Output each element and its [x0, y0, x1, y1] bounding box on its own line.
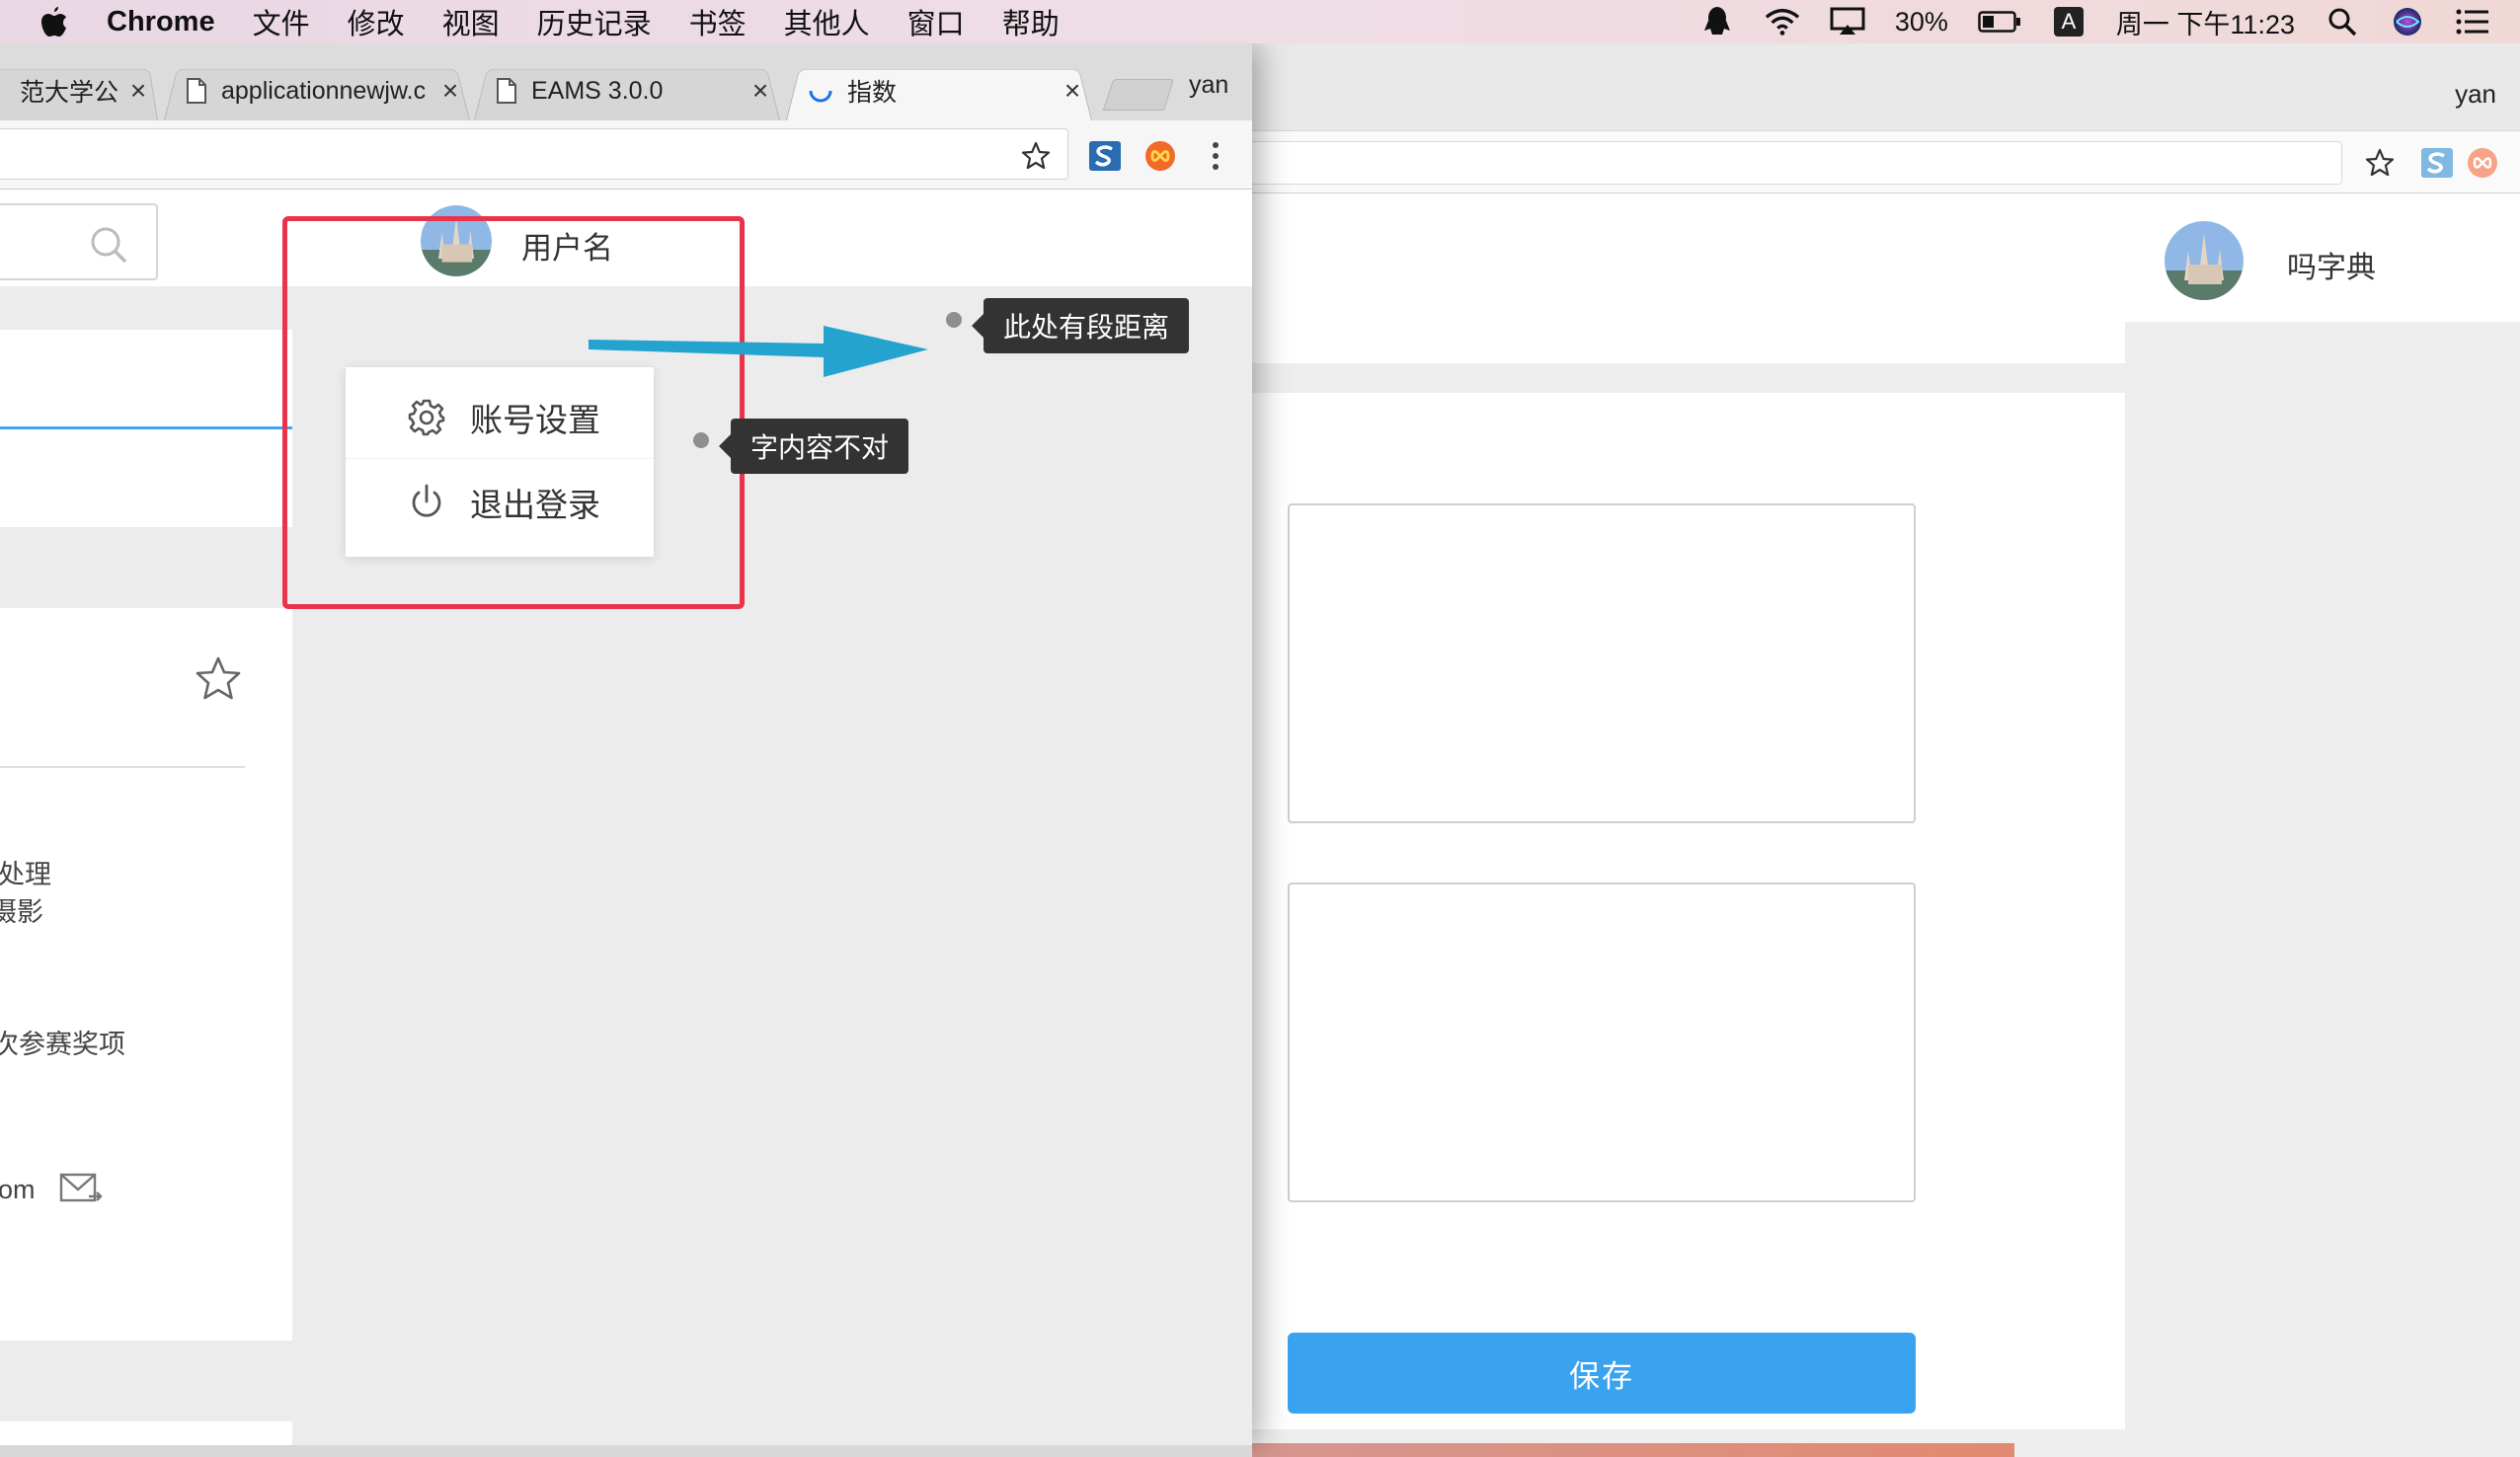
tab-close-icon[interactable]: ×	[1053, 75, 1092, 107]
new-tab-button[interactable]	[1102, 79, 1175, 111]
back-browser-window: yan 吗字典 保存	[1224, 43, 2520, 1457]
back-app-header: 吗字典	[1224, 193, 2520, 322]
document-icon	[187, 78, 206, 104]
left-profile-card: 处理 摄影 次参赛奖项 om	[0, 608, 292, 1341]
back-toolbar	[1224, 130, 2520, 193]
tab-close-icon[interactable]: ×	[741, 75, 780, 107]
extension-infinity-icon[interactable]	[1142, 138, 1179, 174]
back-top-card	[1224, 322, 2125, 363]
spotlight-icon[interactable]	[2324, 4, 2360, 39]
left-nav-card	[0, 330, 292, 527]
menubar-clock[interactable]: 周一 下午11:23	[2116, 3, 2295, 41]
back-extension-infinity-icon[interactable]	[2463, 143, 2502, 183]
menu-view[interactable]: 视图	[442, 1, 500, 42]
annotation-arrow	[589, 326, 928, 377]
bookmark-star-icon[interactable]	[1019, 140, 1053, 172]
mail-icon[interactable]	[59, 1171, 103, 1206]
favorite-star-icon[interactable]	[194, 655, 243, 703]
qq-icon[interactable]	[1699, 4, 1735, 39]
browser-toolbar	[0, 120, 1252, 190]
back-tab-strip: yan	[1224, 43, 2520, 130]
menu-bookmarks[interactable]: 书签	[689, 1, 747, 42]
apple-icon[interactable]	[39, 5, 69, 38]
menu-file[interactable]: 文件	[253, 1, 310, 42]
search-input[interactable]	[0, 203, 158, 280]
highlight-box	[282, 216, 745, 609]
menu-help[interactable]: 帮助	[1002, 1, 1060, 42]
annotation-dot	[693, 432, 709, 448]
tab-close-icon[interactable]: ×	[118, 75, 158, 107]
left-bottom-card	[0, 1421, 292, 1445]
back-username[interactable]: 吗字典	[2287, 243, 2376, 286]
back-textarea-2[interactable]	[1288, 882, 1916, 1202]
save-button[interactable]: 保存	[1288, 1333, 1916, 1414]
battery-icon[interactable]	[1978, 4, 2021, 39]
back-form-card: 保存	[1224, 393, 2125, 1429]
back-profile-button[interactable]: yan	[2455, 79, 2496, 110]
chrome-menu-icon[interactable]	[1207, 138, 1224, 174]
back-extension-s-icon[interactable]	[2417, 143, 2457, 183]
profile-email: om	[0, 1175, 36, 1204]
menu-window[interactable]: 窗口	[907, 1, 965, 42]
tab-active-zhishu[interactable]: 指数 ×	[786, 61, 1092, 120]
document-icon	[497, 78, 516, 104]
mac-menu-bar: Chrome 文件 修改 视图 历史记录 书签 其他人 窗口 帮助 30% A …	[0, 0, 2520, 43]
back-textarea-1[interactable]	[1288, 503, 1916, 823]
extension-s-icon[interactable]	[1086, 138, 1124, 174]
profile-line-1: 处理	[0, 860, 51, 889]
profile-button[interactable]: yan	[1189, 71, 1228, 100]
search-icon[interactable]	[89, 225, 128, 265]
active-tab-underline	[0, 426, 292, 429]
menu-app-name[interactable]: Chrome	[107, 6, 215, 38]
tab-eams[interactable]: EAMS 3.0.0 ×	[474, 61, 780, 120]
tab-close-icon[interactable]: ×	[431, 75, 470, 107]
card-divider	[0, 766, 245, 768]
tab-applicationnewjw[interactable]: applicationnewjw.c ×	[164, 61, 470, 120]
back-avatar[interactable]	[2165, 221, 2244, 300]
back-bookmark-star-icon[interactable]	[2360, 143, 2400, 183]
annotation-dot	[946, 312, 962, 328]
annotation-note-distance: 此处有段距离	[971, 298, 1190, 353]
front-browser-window: 范大学公共服 × applicationnewjw.c × EAMS 3.0.0…	[0, 43, 1252, 1445]
notification-center-icon[interactable]	[2455, 4, 2490, 39]
battery-percent: 30%	[1894, 6, 1948, 37]
tab-title: 范大学公共服	[20, 79, 118, 107]
menu-edit[interactable]: 修改	[348, 1, 405, 42]
airplay-icon[interactable]	[1830, 4, 1865, 39]
menu-people[interactable]: 其他人	[784, 1, 870, 42]
profile-line-3: 次参赛奖项	[0, 1030, 125, 1059]
annotation-note-text: 字内容不对	[718, 419, 909, 474]
menu-history[interactable]: 历史记录	[537, 1, 652, 42]
address-bar[interactable]	[0, 128, 1068, 180]
back-address-bar[interactable]	[1224, 141, 2342, 185]
siri-icon[interactable]	[2390, 4, 2425, 39]
tab-title: applicationnewjw.c	[221, 76, 427, 105]
front-window-bottom-edge	[0, 1445, 1252, 1457]
profile-line-2: 摄影	[0, 897, 43, 927]
tab-university[interactable]: 范大学公共服 ×	[0, 61, 158, 120]
tab-title: EAMS 3.0.0	[531, 76, 664, 105]
input-method-label: A	[2053, 7, 2084, 37]
tab-title: 指数	[847, 79, 898, 107]
tab-strip: 范大学公共服 × applicationnewjw.c × EAMS 3.0.0…	[0, 43, 1252, 120]
wifi-icon[interactable]	[1765, 4, 1800, 39]
input-method-icon[interactable]: A	[2051, 4, 2087, 39]
loading-spinner-icon	[809, 90, 832, 103]
back-page-content: 保存	[1224, 322, 2520, 1457]
